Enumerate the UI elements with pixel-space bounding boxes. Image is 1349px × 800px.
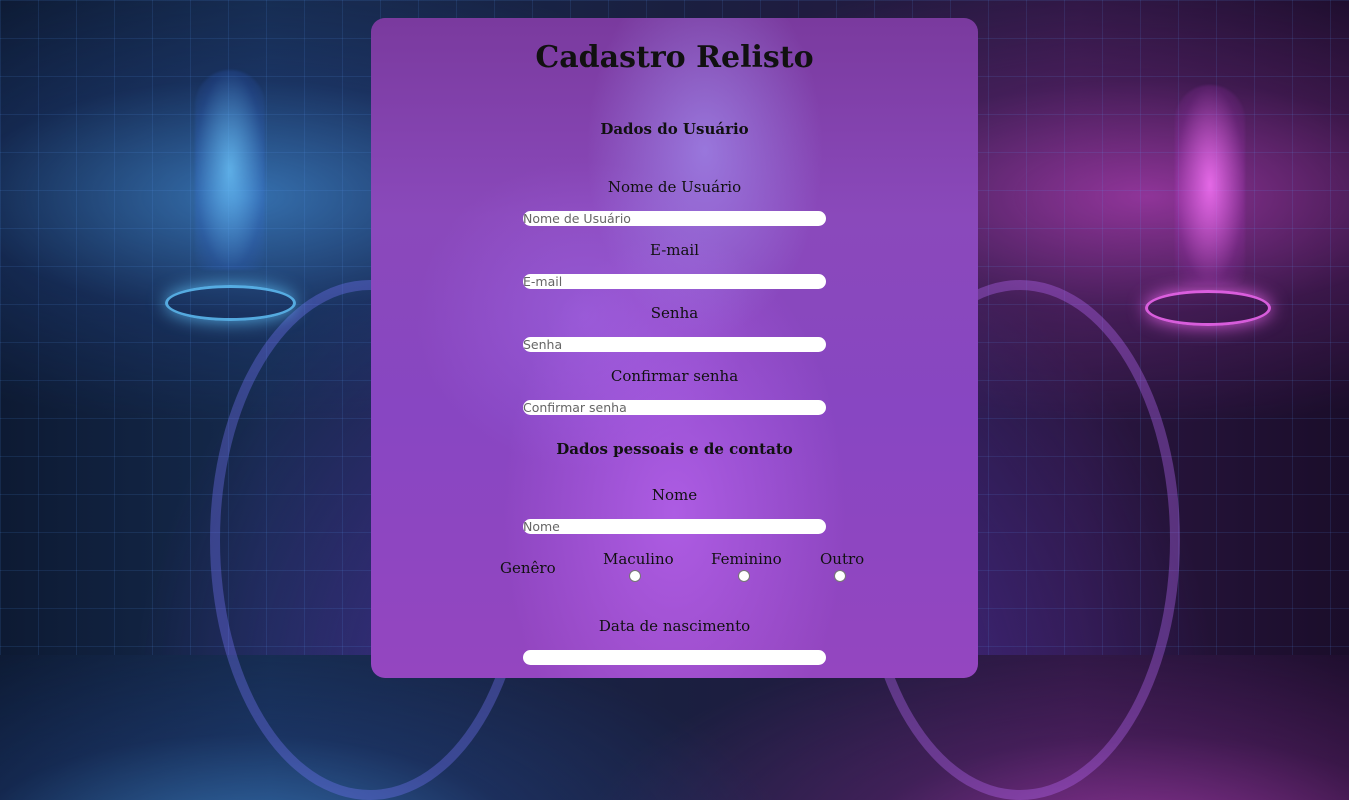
gender-option-other-label: Outro [820, 550, 865, 568]
confirm-password-input[interactable] [523, 400, 826, 415]
gender-option-male[interactable]: Maculino [603, 550, 674, 582]
gender-option-female-label: Feminino [711, 550, 782, 568]
gender-option-male-label: Maculino [603, 550, 674, 568]
gender-option-other[interactable]: Outro [820, 550, 865, 582]
name-label: Nome [651, 486, 698, 504]
confirm-password-label: Confirmar senha [610, 367, 739, 385]
password-input[interactable] [523, 337, 826, 352]
birthdate-input[interactable] [523, 650, 826, 665]
page-title: Cadastro Relisto [535, 40, 814, 75]
gender-option-female[interactable]: Feminino [711, 550, 782, 582]
registration-card: Cadastro Relisto Dados do Usuário Nome d… [371, 18, 978, 678]
hologram-figure-right [1175, 85, 1245, 285]
birthdate-label: Data de nascimento [598, 617, 751, 635]
username-label: Nome de Usuário [607, 178, 742, 196]
email-input[interactable] [523, 274, 826, 289]
gender-radio-female[interactable] [738, 570, 750, 582]
hologram-pad-right [1145, 290, 1271, 326]
section-title-user: Dados do Usuário [600, 120, 749, 138]
name-input[interactable] [523, 519, 826, 534]
hologram-figure-left [195, 70, 265, 270]
section-title-personal: Dados pessoais e de contato [556, 440, 793, 458]
password-label: Senha [650, 304, 699, 322]
gender-label: Genêro [500, 559, 556, 577]
gender-radio-male[interactable] [629, 570, 641, 582]
gender-radio-other[interactable] [834, 570, 846, 582]
username-input[interactable] [523, 211, 826, 226]
hologram-pad-left [165, 285, 296, 321]
email-label: E-mail [649, 241, 700, 259]
